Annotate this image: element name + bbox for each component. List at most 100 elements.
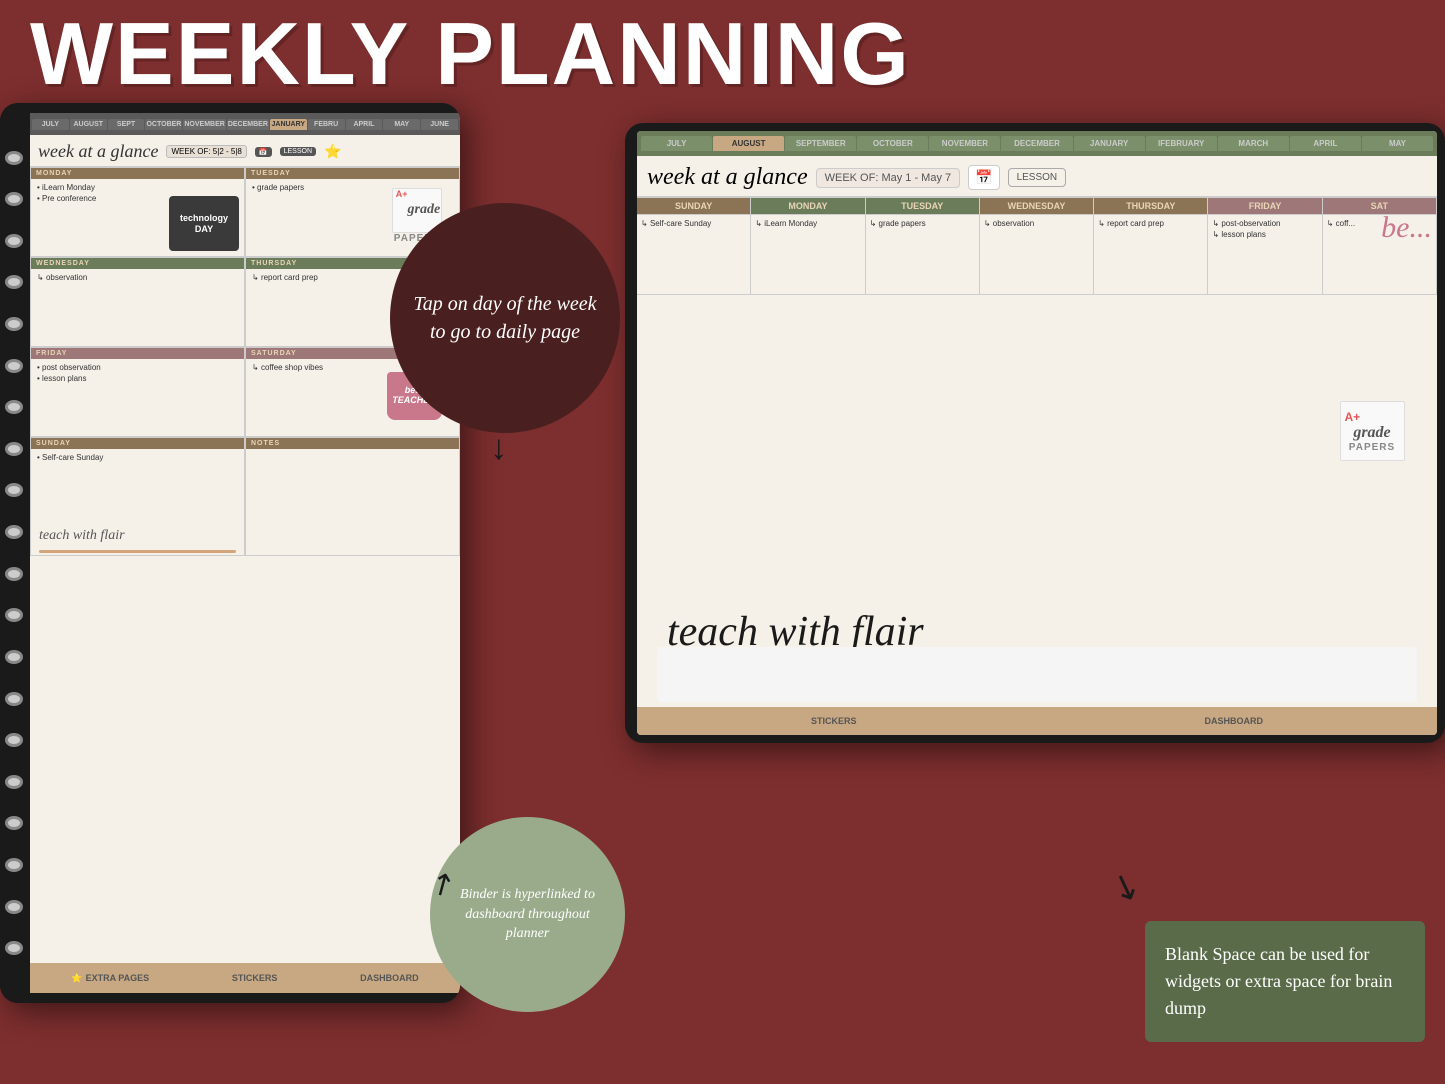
notes-content bbox=[246, 449, 459, 524]
right-monday-item-1: iLearn Monday bbox=[755, 219, 860, 228]
right-month-august[interactable]: AUGUST bbox=[713, 136, 784, 151]
right-monday-header[interactable]: MONDAY bbox=[751, 198, 865, 214]
right-thursday-header[interactable]: THURSDAY bbox=[1094, 198, 1208, 214]
tuesday-label: TUESDAY bbox=[246, 168, 459, 179]
month-tab-october[interactable]: OCTOBER bbox=[145, 119, 182, 130]
right-grade-paper: A+ grade PAPERS bbox=[1340, 401, 1405, 461]
right-month-tabs: JULY AUGUST SEPTEMBER OCTOBER NOVEMBER D… bbox=[637, 131, 1437, 156]
right-grade-sub: PAPERS bbox=[1349, 442, 1395, 453]
month-tab-july[interactable]: JULY bbox=[32, 119, 69, 130]
right-month-april[interactable]: APRIL bbox=[1290, 136, 1361, 151]
right-stickers-nav[interactable]: STICKERS bbox=[811, 716, 857, 726]
signature-line bbox=[39, 550, 236, 553]
sunday-cell[interactable]: SUNDAY Self-care Sunday teach with flair bbox=[30, 437, 245, 556]
right-tuesday-header[interactable]: TUESDAY bbox=[866, 198, 980, 214]
spiral-ring bbox=[5, 525, 23, 539]
month-tab-january[interactable]: JANUARY bbox=[270, 119, 307, 130]
right-week-title: week at a glance bbox=[647, 164, 808, 191]
right-wednesday-header[interactable]: WEDNESDAY bbox=[980, 198, 1094, 214]
sunday-label: SUNDAY bbox=[31, 438, 244, 449]
wednesday-cell[interactable]: WEDNESDAY observation bbox=[30, 257, 245, 347]
page-title: WEEKLY PLANNING bbox=[30, 10, 1415, 98]
spiral-ring bbox=[5, 775, 23, 789]
month-tab-june[interactable]: JUNE bbox=[421, 119, 458, 130]
right-day-headers: SUNDAY MONDAY TUESDAY WEDNESDAY THURSDAY… bbox=[637, 197, 1437, 214]
right-thursday-cell[interactable]: report card prep bbox=[1094, 215, 1208, 295]
right-friday-cell[interactable]: post-observation lesson plans bbox=[1208, 215, 1322, 295]
week-glance-title: week at a glance bbox=[38, 141, 158, 162]
tap-callout-circle: Tap on day of the week to go to daily pa… bbox=[390, 203, 620, 433]
spiral-ring bbox=[5, 151, 23, 165]
right-dashboard-nav[interactable]: DASHBOARD bbox=[1204, 716, 1263, 726]
binder-callout-circle: Binder is hyperlinked to dashboard throu… bbox=[430, 817, 625, 1012]
right-day-cells: Self-care Sunday iLearn Monday grade pap… bbox=[637, 214, 1437, 295]
month-tab-february[interactable]: FEBRU bbox=[308, 119, 345, 130]
friday-label: FRIDAY bbox=[31, 348, 244, 359]
right-month-november[interactable]: NOVEMBER bbox=[929, 136, 1000, 151]
right-friday-header[interactable]: FRIDAY bbox=[1208, 198, 1322, 214]
right-grade-sticker: A+ grade PAPERS bbox=[1327, 401, 1417, 481]
wednesday-label: WEDNESDAY bbox=[31, 258, 244, 269]
right-wednesday-cell[interactable]: observation bbox=[980, 215, 1094, 295]
month-tab-november[interactable]: NOVEMBER bbox=[183, 119, 225, 130]
right-month-december[interactable]: DECEMBER bbox=[1001, 136, 1072, 151]
month-tab-may[interactable]: MAY bbox=[383, 119, 420, 130]
grade-a-mark: A+ bbox=[394, 189, 408, 199]
right-month-may[interactable]: MAY bbox=[1362, 136, 1433, 151]
left-tablet: JULY AUGUST SEPT OCTOBER NOVEMBER DECEMB… bbox=[0, 103, 460, 1003]
right-month-september[interactable]: SEPTEMBER bbox=[785, 136, 856, 151]
right-tuesday-cell[interactable]: grade papers bbox=[866, 215, 980, 295]
spiral-ring bbox=[5, 650, 23, 664]
sunday-content: Self-care Sunday bbox=[31, 449, 244, 524]
right-sunday-header[interactable]: SUNDAY bbox=[637, 198, 751, 214]
right-month-july[interactable]: JULY bbox=[641, 136, 712, 151]
right-lesson-btn[interactable]: LESSON bbox=[1008, 168, 1067, 187]
spiral-ring bbox=[5, 900, 23, 914]
bottom-nav-left: ⭐ EXTRA PAGES STICKERS DASHBOARD bbox=[30, 963, 460, 993]
monday-cell[interactable]: MONDAY iLearn Monday Pre conference tech… bbox=[30, 167, 245, 257]
spiral-ring bbox=[5, 192, 23, 206]
spiral-ring bbox=[5, 483, 23, 497]
spiral-ring bbox=[5, 234, 23, 248]
spiral-ring bbox=[5, 816, 23, 830]
extra-pages-label: EXTRA PAGES bbox=[86, 973, 150, 983]
spiral-ring bbox=[5, 442, 23, 456]
right-grade-a: A+ bbox=[1341, 410, 1361, 424]
right-tablet-content: JULY AUGUST SEPTEMBER OCTOBER NOVEMBER D… bbox=[637, 131, 1437, 735]
right-month-march[interactable]: MARCH bbox=[1218, 136, 1289, 151]
right-month-october[interactable]: OCTOBER bbox=[857, 136, 928, 151]
right-tablet: JULY AUGUST SEPTEMBER OCTOBER NOVEMBER D… bbox=[625, 123, 1445, 743]
right-month-january[interactable]: JANUARY bbox=[1074, 136, 1145, 151]
stickers-nav[interactable]: STICKERS bbox=[232, 973, 278, 983]
month-tab-september[interactable]: SEPT bbox=[108, 119, 145, 130]
month-tab-december[interactable]: DECEMBER bbox=[227, 119, 269, 130]
spiral-ring bbox=[5, 858, 23, 872]
spiral-binding bbox=[0, 103, 28, 1003]
notes-cell[interactable]: NOTES bbox=[245, 437, 460, 556]
right-friday-item-2: lesson plans bbox=[1212, 230, 1317, 239]
right-week-badge: WEEK OF: May 1 - May 7 bbox=[816, 168, 961, 188]
month-tab-april[interactable]: APRIL bbox=[346, 119, 383, 130]
tap-callout-arrow: ↓ bbox=[490, 428, 508, 468]
lesson-badge[interactable]: LESSON bbox=[280, 147, 316, 156]
extra-pages-nav[interactable]: ⭐ EXTRA PAGES bbox=[71, 973, 149, 984]
month-tab-august[interactable]: AUGUST bbox=[70, 119, 107, 130]
right-calendar-icon[interactable]: 📅 bbox=[968, 165, 999, 190]
right-tuesday-item-1: grade papers bbox=[870, 219, 975, 228]
spiral-ring bbox=[5, 317, 23, 331]
stickers-label: STICKERS bbox=[232, 973, 278, 983]
spiral-ring bbox=[5, 733, 23, 747]
dashboard-nav[interactable]: DASHBOARD bbox=[360, 973, 419, 983]
spiral-ring bbox=[5, 692, 23, 706]
calendar-icon[interactable]: 📅 bbox=[255, 147, 272, 157]
right-sunday-cell[interactable]: Self-care Sunday bbox=[637, 215, 751, 295]
main-content: JULY AUGUST SEPT OCTOBER NOVEMBER DECEMB… bbox=[0, 103, 1445, 1072]
spiral-ring bbox=[5, 275, 23, 289]
friday-content: post observation lesson plans bbox=[31, 359, 244, 434]
friday-item-2: lesson plans bbox=[37, 374, 238, 383]
star-icon-extra: ⭐ bbox=[71, 973, 82, 984]
right-thursday-item-1: report card prep bbox=[1098, 219, 1203, 228]
right-monday-cell[interactable]: iLearn Monday bbox=[751, 215, 865, 295]
right-month-february[interactable]: IFEBRUARY bbox=[1146, 136, 1217, 151]
friday-cell[interactable]: FRIDAY post observation lesson plans bbox=[30, 347, 245, 437]
